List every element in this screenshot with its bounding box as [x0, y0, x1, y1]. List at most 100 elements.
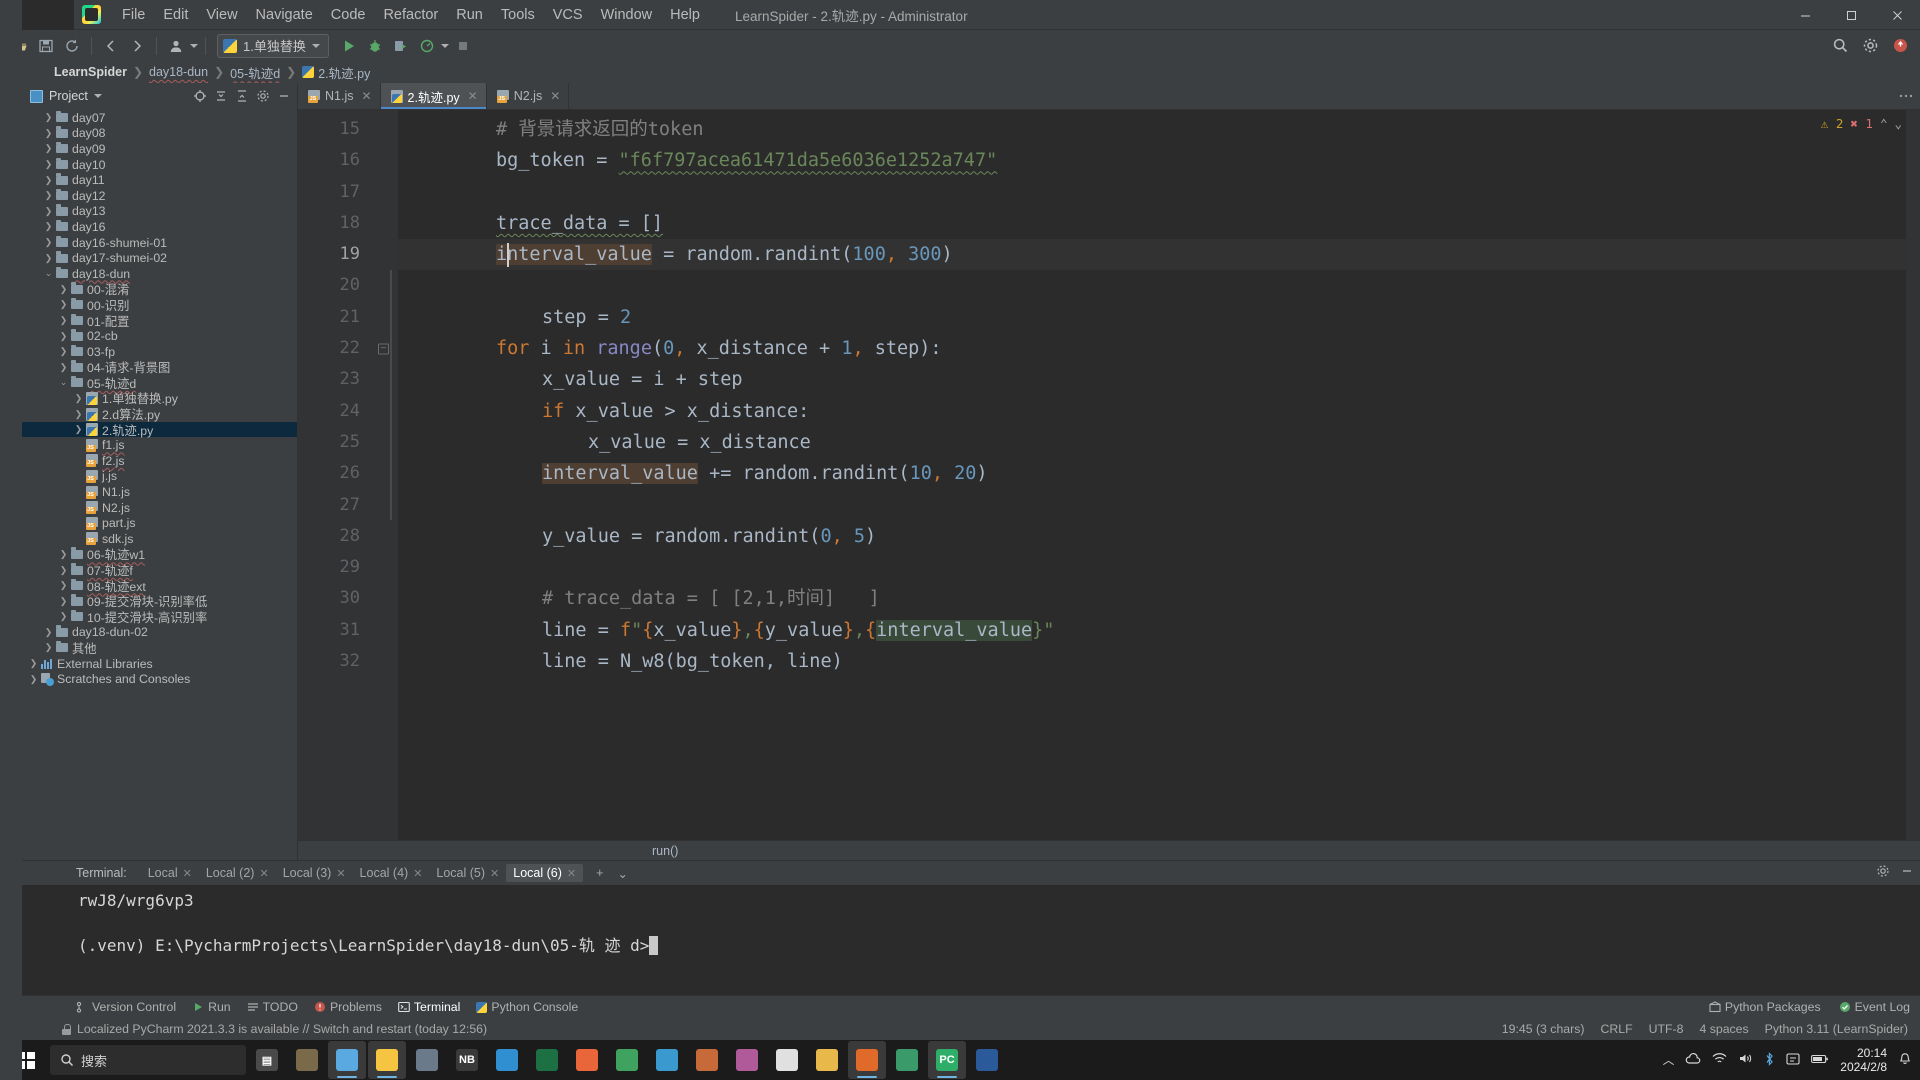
chevron-right-icon[interactable]: ❯ [43, 175, 54, 186]
save-icon[interactable] [34, 34, 58, 58]
calculator-icon[interactable] [408, 1041, 446, 1079]
editor-tab-n2js[interactable]: JS N2.js ✕ [487, 83, 570, 109]
terminal-sessions-dropdown[interactable]: ⌄ [610, 864, 634, 883]
notepad-icon[interactable] [368, 1041, 406, 1079]
tree-row[interactable]: JS f1.js [22, 437, 297, 453]
tree-row[interactable]: ❯ day07 [22, 110, 297, 126]
inspection-widget[interactable]: ⚠ 2 ✖ 1 ⌃ ⌄ [1821, 116, 1902, 131]
line-number[interactable]: 28 [298, 521, 398, 552]
menu-edit[interactable]: Edit [154, 3, 197, 27]
ime-icon[interactable] [1786, 1052, 1800, 1069]
breadcrumb-file[interactable]: 2.轨迹.py [302, 63, 370, 82]
inspection-up-icon[interactable]: ⌃ [1880, 116, 1888, 131]
stop-icon[interactable] [451, 34, 475, 58]
tree-row[interactable]: ❯ day13 [22, 204, 297, 220]
chrome-icon[interactable] [768, 1041, 806, 1079]
chevron-right-icon[interactable]: ❯ [58, 565, 69, 576]
inspection-down-icon[interactable]: ⌄ [1894, 116, 1902, 131]
chevron-right-icon[interactable]: ❯ [43, 128, 54, 139]
chevron-right-icon[interactable]: ❯ [58, 331, 69, 342]
close-button[interactable] [1874, 0, 1920, 30]
chevron-right-icon[interactable]: ❯ [58, 284, 69, 295]
editor-tab-n1js[interactable]: JS N1.js ✕ [298, 83, 381, 109]
tree-row[interactable]: ❯ day16-shumei-01 [22, 235, 297, 251]
line-number[interactable]: 15 [298, 114, 398, 145]
tree-row[interactable]: ❯ 10-提交滑块-高识别率 [22, 609, 297, 625]
code-editor[interactable]: 15 16 17 18 19 20 21 22–23 24 25 26 27 28 29 30 31 32 # … [298, 110, 1920, 840]
menu-code[interactable]: Code [322, 3, 375, 27]
tool-button-version-control[interactable]: Version Control [76, 1000, 176, 1014]
debug-icon[interactable] [363, 34, 387, 58]
line-number-gutter[interactable]: 15 16 17 18 19 20 21 22–23 24 25 26 27 28 29 30 31 32 [298, 110, 398, 840]
tree-row[interactable]: JS f2.js [22, 453, 297, 469]
close-icon[interactable]: ✕ [468, 89, 478, 103]
tree-row[interactable]: ❯ 01-配置 [22, 313, 297, 329]
chevron-right-icon[interactable]: ❯ [43, 221, 54, 232]
tree-row[interactable]: ❯ 08-轨迹ext [22, 578, 297, 594]
chevron-right-icon[interactable]: ❯ [58, 362, 69, 373]
chevron-right-icon[interactable]: ❯ [43, 143, 54, 154]
word-icon[interactable] [968, 1041, 1006, 1079]
minimize-icon[interactable] [1900, 864, 1914, 883]
tree-row[interactable]: ❯ day18-dun-02 [22, 625, 297, 641]
qq-browser-icon[interactable] [848, 1041, 886, 1079]
close-icon[interactable]: ✕ [259, 867, 268, 880]
gear-icon[interactable] [1858, 34, 1882, 58]
updates-icon[interactable] [1888, 34, 1912, 58]
notification-icon[interactable] [1898, 1052, 1912, 1069]
tray-expand-icon[interactable]: ︿ [1663, 1052, 1675, 1068]
menu-navigate[interactable]: Navigate [247, 3, 322, 27]
breadcrumb-05-guiji[interactable]: 05-轨迹d [230, 63, 280, 82]
status-message[interactable]: Localized PyCharm 2021.3.3 is available … [77, 1022, 487, 1036]
chevron-right-icon[interactable]: ❯ [58, 315, 69, 326]
line-number[interactable]: 18 [298, 208, 398, 239]
refresh-icon[interactable] [60, 34, 84, 58]
app-green-icon[interactable] [888, 1041, 926, 1079]
menu-vcs[interactable]: VCS [544, 3, 592, 27]
terminal-output[interactable]: rwJ8/wrg6vp3 (.venv) E:\PycharmProjects\… [0, 0, 1920, 1080]
taskbar-search[interactable]: 搜索 [50, 1045, 246, 1075]
tree-row[interactable]: ❯ day16 [22, 219, 297, 235]
line-number[interactable]: 25 [298, 427, 398, 458]
tree-row[interactable]: ⌄ 05-轨迹d [22, 375, 297, 391]
chevron-down-icon[interactable] [93, 94, 102, 98]
terminal-tab-local-3[interactable]: Local (3) ✕ [276, 864, 353, 882]
tree-row[interactable]: ❯ day17-shumei-02 [22, 250, 297, 266]
tree-row[interactable]: JS j.js [22, 469, 297, 485]
tree-row[interactable]: ❯ 06-轨迹w1 [22, 547, 297, 562]
gear-icon[interactable] [1876, 864, 1890, 883]
line-number[interactable]: 21 [298, 302, 398, 333]
tree-row[interactable]: JS sdk.js [22, 531, 297, 547]
maximize-button[interactable] [1828, 0, 1874, 30]
menu-view[interactable]: View [197, 3, 246, 27]
close-icon[interactable]: ✕ [567, 867, 576, 880]
terminal-tab-local-5[interactable]: Local (5) ✕ [429, 864, 506, 882]
chevron-right-icon[interactable]: ❯ [43, 206, 54, 217]
telegram-icon[interactable] [648, 1041, 686, 1079]
tree-row[interactable]: ❯ 其他 [22, 640, 297, 656]
profile-dropdown-caret-icon[interactable] [440, 43, 449, 48]
breadcrumb-day18-dun[interactable]: day18-dun [149, 65, 208, 79]
menu-tools[interactable]: Tools [492, 3, 544, 27]
line-number[interactable]: 27 [298, 490, 398, 521]
code-content[interactable]: # 背景请求返回的token bg_token = "f6f797acea614… [398, 110, 1920, 840]
chevron-right-icon[interactable]: ❯ [43, 253, 54, 264]
close-icon[interactable]: ✕ [490, 867, 499, 880]
terminal-new-session-button[interactable]: + [589, 864, 610, 882]
terminal-tab-local[interactable]: Local ✕ [141, 864, 199, 882]
taskbar-clock[interactable]: 20:14 2024/2/8 [1840, 1046, 1887, 1074]
code-fold-icon[interactable]: – [378, 343, 389, 355]
profile-icon[interactable] [415, 34, 439, 58]
user-dropdown-caret-icon[interactable] [190, 43, 198, 48]
run-icon[interactable] [337, 34, 361, 58]
chevron-right-icon[interactable]: ❯ [43, 642, 54, 653]
volume-icon[interactable] [1738, 1052, 1753, 1068]
coverage-icon[interactable] [389, 34, 413, 58]
line-number[interactable]: 30 [298, 583, 398, 614]
chevron-down-icon[interactable]: ⌄ [58, 377, 69, 388]
breadcrumb-project[interactable]: LearnSpider [54, 65, 127, 79]
line-number[interactable]: 31 [298, 615, 398, 646]
tree-row[interactable]: ❯ External Libraries [22, 656, 297, 672]
tree-row[interactable]: ❯ day11 [22, 172, 297, 188]
network-icon[interactable] [1712, 1052, 1727, 1068]
